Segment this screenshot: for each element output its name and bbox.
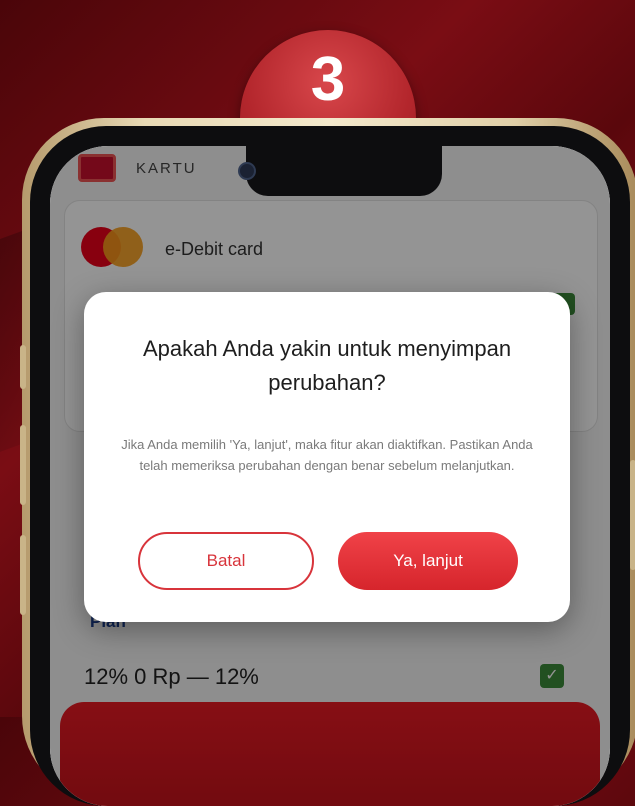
cancel-button[interactable]: Batal: [138, 532, 314, 590]
phone-side-button: [20, 535, 26, 615]
continue-button-label: Ya, lanjut: [393, 551, 463, 570]
camera-icon: [238, 162, 256, 180]
step-number: 3: [310, 45, 346, 114]
phone-notch: [246, 146, 442, 196]
dialog-message: Jika Anda memilih 'Ya, lanjut', maka fit…: [121, 437, 533, 473]
confirm-dialog: Apakah Anda yakin untuk menyimpan peruba…: [84, 292, 570, 622]
dialog-title: Apakah Anda yakin untuk menyimpan peruba…: [142, 336, 512, 395]
phone-side-button: [20, 345, 26, 389]
continue-button[interactable]: Ya, lanjut: [338, 532, 518, 590]
phone-side-button: [20, 425, 26, 505]
cancel-button-label: Batal: [206, 551, 246, 570]
phone-power-button: [630, 460, 635, 570]
